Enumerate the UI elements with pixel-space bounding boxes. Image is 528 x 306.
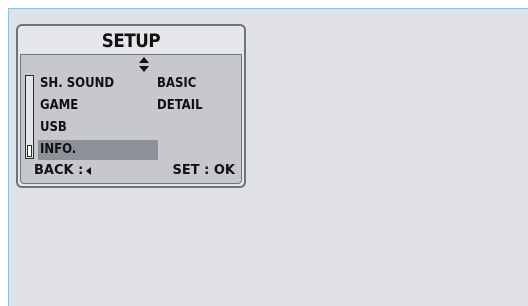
back-hint[interactable]: BACK : [34, 161, 92, 181]
camera-setup-screen: SETUP SH. SOUND GAME USB INFO. BASIC DET… [16, 24, 246, 188]
menu-item-sh-sound[interactable]: SH. SOUND [40, 74, 114, 94]
scroll-thumb[interactable] [27, 145, 32, 157]
menu-panel: SH. SOUND GAME USB INFO. BASIC DETAIL BA… [20, 54, 242, 184]
screen-title: SETUP [101, 30, 161, 52]
set-ok-hint[interactable]: SET : OK [173, 161, 236, 181]
menu-item-game[interactable]: GAME [40, 96, 78, 116]
menu-option-detail[interactable]: DETAIL [157, 96, 203, 116]
footer-bar: BACK : SET : OK [21, 161, 241, 183]
up-down-arrows-icon [139, 57, 149, 72]
menu-item-info[interactable]: INFO. [38, 140, 158, 160]
back-label: BACK : [34, 163, 84, 178]
left-arrow-icon [86, 166, 92, 175]
menu-option-basic[interactable]: BASIC [157, 74, 196, 94]
menu-item-usb[interactable]: USB [40, 118, 67, 138]
scrollbar[interactable] [25, 75, 34, 159]
